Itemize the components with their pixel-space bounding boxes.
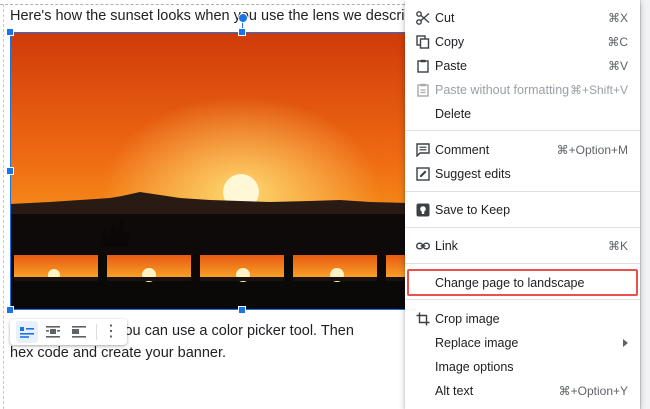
menu-item-label: Paste <box>435 59 467 73</box>
document-paragraph[interactable]: Here's how the sunset looks when you use… <box>10 8 433 24</box>
filmstrip <box>14 255 408 282</box>
resize-handle-bottom[interactable] <box>238 306 246 314</box>
break-text-icon <box>72 326 86 338</box>
menu-item-label: Replace image <box>435 336 519 350</box>
page-margin-guide <box>0 4 410 5</box>
link-icon <box>416 242 430 250</box>
resize-handle-top-left[interactable] <box>6 28 14 36</box>
menu-item-cut[interactable]: Cut ⌘X <box>405 6 640 30</box>
sunset-photo <box>10 32 408 310</box>
resize-handle-bottom-left[interactable] <box>6 306 14 314</box>
image-options-toolbar: ⋮ <box>10 319 127 345</box>
menu-item-crop-image[interactable]: Crop image <box>405 307 640 331</box>
menu-item-comment[interactable]: Comment ⌘+Option+M <box>405 138 640 162</box>
menu-item-paste[interactable]: Paste ⌘V <box>405 54 640 78</box>
wrap-inline-icon <box>20 327 34 338</box>
menu-separator <box>405 227 640 228</box>
menu-item-link[interactable]: Link ⌘K <box>405 234 640 258</box>
menu-separator <box>405 299 640 300</box>
menu-item-suggest-edits[interactable]: Suggest edits <box>405 162 640 186</box>
menu-item-label: Paste without formatting <box>435 83 570 97</box>
menu-item-label: Delete <box>435 107 472 121</box>
wrap-inline-button[interactable] <box>16 321 38 343</box>
menu-separator <box>405 191 640 192</box>
copy-icon <box>416 35 430 49</box>
more-options-icon[interactable]: ⋮ <box>103 321 119 343</box>
menu-item-shortcut: ⌘K <box>607 239 628 253</box>
menu-item-label: Change page to landscape <box>435 276 585 290</box>
menu-item-copy[interactable]: Copy ⌘C <box>405 30 640 54</box>
menu-item-change-page-to-landscape[interactable]: Change page to landscape <box>405 271 640 295</box>
submenu-arrow-icon <box>623 339 628 347</box>
page-margin-guide-left <box>3 4 4 409</box>
resize-handle-top[interactable] <box>238 28 246 36</box>
clipboard-text-icon <box>417 83 429 97</box>
menu-item-delete[interactable]: Delete <box>405 102 640 126</box>
menu-separator <box>405 130 640 131</box>
menu-item-alt-text[interactable]: Alt text ⌘+Option+Y <box>405 379 640 403</box>
menu-separator <box>405 263 640 264</box>
menu-item-shortcut: ⌘+Option+M <box>556 143 628 157</box>
resize-handle-left[interactable] <box>6 167 14 175</box>
wrap-text-icon <box>46 326 60 338</box>
menu-item-label: Alt text <box>435 384 474 398</box>
context-menu: Cut ⌘X Copy ⌘C Paste ⌘V Paste without fo… <box>405 0 640 409</box>
clipboard-icon <box>417 59 429 73</box>
crop-icon <box>416 312 430 326</box>
menu-item-paste-without-formatting[interactable]: Paste without formatting ⌘+Shift+V <box>405 78 640 102</box>
menu-item-image-options[interactable]: Image options <box>405 355 640 379</box>
sunset-image[interactable] <box>10 32 408 310</box>
menu-item-label: Crop image <box>435 312 500 326</box>
keep-icon <box>416 203 430 217</box>
menu-item-shortcut: ⌘+Option+Y <box>558 384 628 398</box>
toolbar-divider <box>96 324 97 340</box>
menu-item-replace-image[interactable]: Replace image <box>405 331 640 355</box>
menu-item-shortcut: ⌘V <box>607 59 628 73</box>
suggest-edits-icon <box>416 167 430 181</box>
menu-item-label: Comment <box>435 143 490 157</box>
menu-item-save-to-keep[interactable]: Save to Keep <box>405 198 640 222</box>
menu-item-shortcut: ⌘+Shift+V <box>569 83 628 97</box>
scissors-icon <box>416 11 430 25</box>
menu-item-shortcut: ⌘X <box>607 11 628 25</box>
menu-item-label: Link <box>435 239 458 253</box>
menu-item-label: Suggest edits <box>435 167 511 181</box>
scrollbar-track[interactable] <box>640 0 650 409</box>
menu-item-label: Image options <box>435 360 514 374</box>
menu-item-label: Save to Keep <box>435 203 511 217</box>
rotate-handle[interactable] <box>238 13 248 23</box>
comment-icon <box>416 143 430 157</box>
paragraph-line-2: hex code and create your banner. <box>10 345 227 361</box>
wrap-text-button[interactable] <box>42 321 64 343</box>
break-text-button[interactable] <box>68 321 90 343</box>
menu-item-shortcut: ⌘C <box>607 35 628 49</box>
menu-item-label: Copy <box>435 35 465 49</box>
menu-item-label: Cut <box>435 11 455 25</box>
